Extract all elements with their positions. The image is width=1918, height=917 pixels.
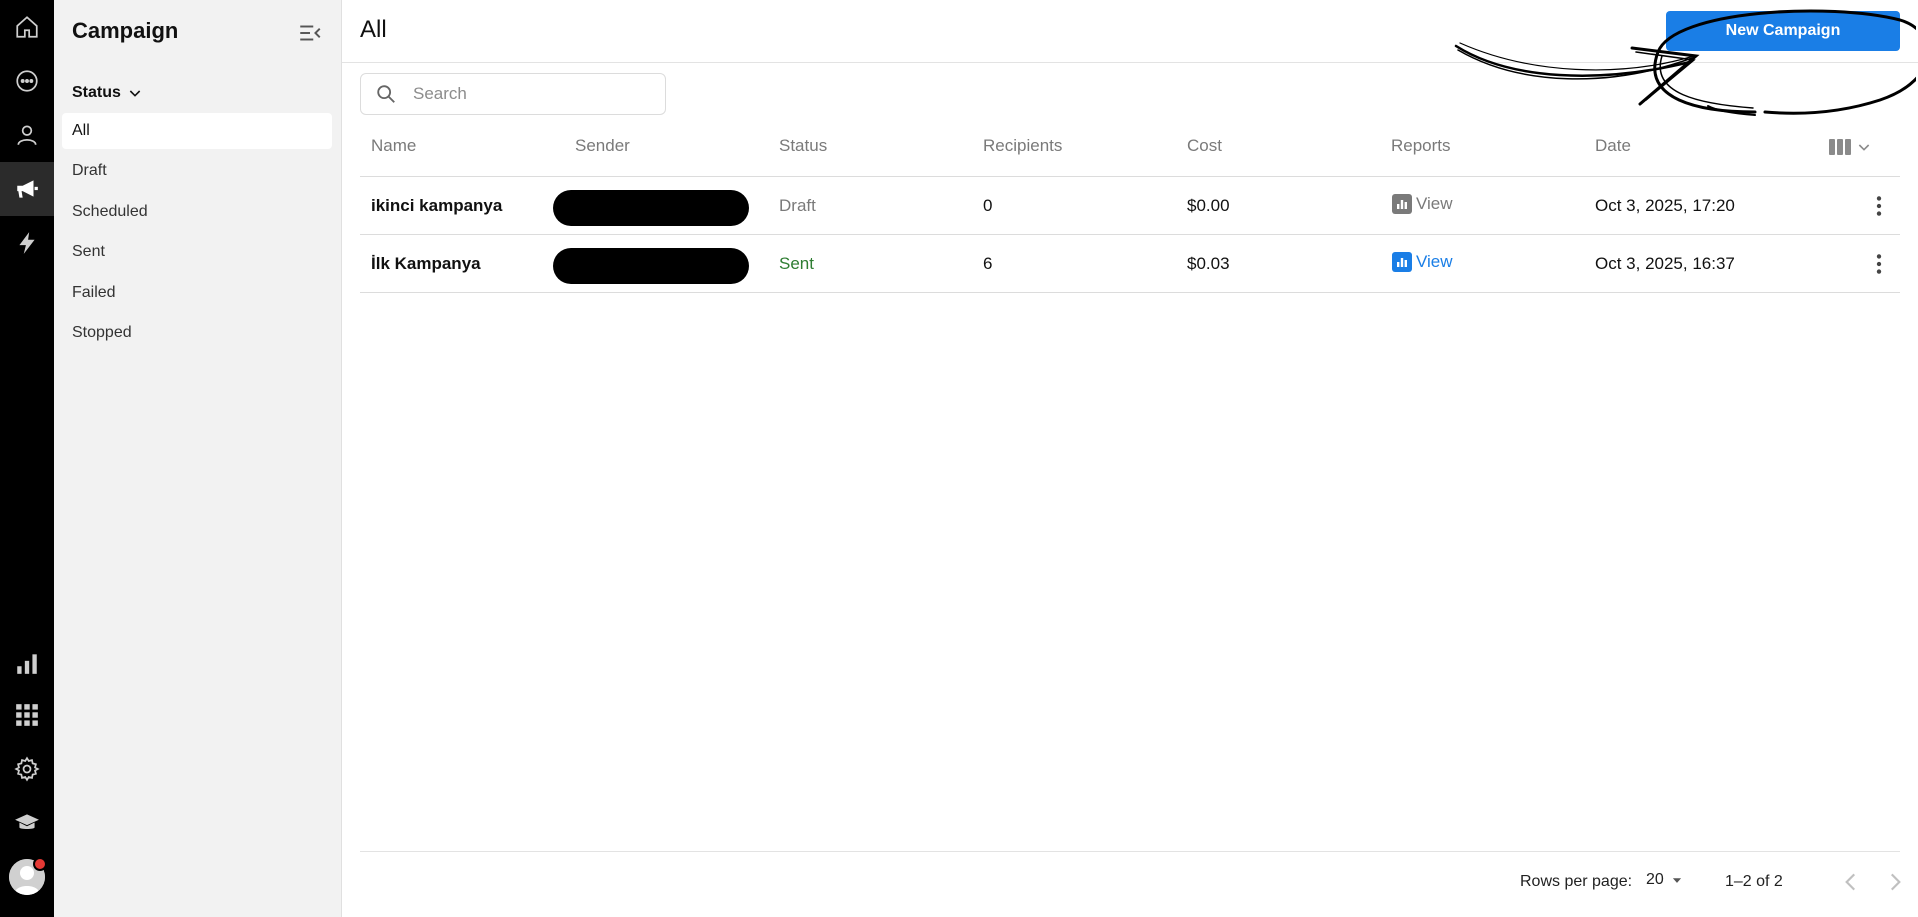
sidebar-item-all[interactable]: All	[62, 113, 332, 149]
sidebar-item-label: Draft	[72, 162, 107, 179]
icon-rail	[0, 0, 54, 917]
table-header: Name Sender Status Recipients Cost Repor…	[360, 120, 1900, 177]
view-report-link[interactable]: View	[1392, 194, 1453, 214]
search-input[interactable]	[413, 84, 653, 104]
campaign-date: Oct 3, 2025, 16:37	[1595, 254, 1735, 273]
more-options-icon[interactable]	[1866, 251, 1892, 277]
collapse-sidebar-icon[interactable]	[297, 20, 323, 46]
table-row[interactable]: İlk Kampanya Sent 6 $0.03 View Oct 3, 20…	[360, 235, 1900, 293]
status-filter-toggle[interactable]: Status	[72, 84, 143, 102]
report-chart-icon	[1392, 252, 1412, 272]
search-box[interactable]	[360, 73, 666, 115]
main-content: All New Campaign Name Sender Status Reci…	[342, 0, 1918, 917]
sidebar-item-label: Sent	[72, 243, 105, 260]
megaphone-icon[interactable]	[0, 162, 54, 216]
sidebar-item-sent[interactable]: Sent	[62, 234, 332, 270]
column-header-reports[interactable]: Reports	[1391, 136, 1451, 156]
column-header-status[interactable]: Status	[779, 136, 827, 156]
apps-grid-icon[interactable]	[0, 688, 54, 742]
more-options-icon[interactable]	[1866, 193, 1892, 219]
columns-icon	[1829, 139, 1851, 155]
campaign-name[interactable]: İlk Kampanya	[371, 254, 481, 274]
sidebar-item-scheduled[interactable]: Scheduled	[62, 194, 332, 230]
user-icon[interactable]	[0, 108, 54, 162]
chat-icon[interactable]	[0, 54, 54, 108]
search-icon	[377, 85, 395, 103]
new-campaign-button[interactable]: New Campaign	[1666, 11, 1900, 51]
view-report-link[interactable]: View	[1392, 252, 1453, 272]
column-header-sender[interactable]: Sender	[575, 136, 630, 156]
campaign-date: Oct 3, 2025, 17:20	[1595, 196, 1735, 215]
column-visibility-toggle[interactable]	[1828, 134, 1880, 160]
home-icon[interactable]	[0, 0, 54, 54]
sender-redacted	[553, 248, 749, 284]
sidebar-title: Campaign	[72, 18, 179, 43]
recipients-count: 0	[983, 196, 993, 215]
pagination-footer: Rows per page: 20 1–2 of 2	[360, 851, 1901, 915]
sidebar-item-stopped[interactable]: Stopped	[62, 315, 332, 351]
bar-chart-icon[interactable]	[0, 636, 54, 690]
column-header-cost[interactable]: Cost	[1187, 136, 1222, 156]
next-page-icon[interactable]	[1882, 869, 1908, 895]
previous-page-icon[interactable]	[1838, 869, 1864, 895]
chevron-down-icon	[1858, 144, 1870, 151]
sidebar-item-failed[interactable]: Failed	[62, 275, 332, 311]
rows-per-page-select[interactable]: 20	[1646, 871, 1684, 889]
campaign-sidebar: Campaign Status All Draft Scheduled Sent…	[54, 0, 342, 917]
sidebar-item-label: Stopped	[72, 324, 132, 341]
sidebar-item-label: All	[72, 122, 90, 139]
gear-icon[interactable]	[0, 742, 54, 796]
graduation-cap-icon[interactable]	[0, 796, 54, 850]
caret-down-icon	[1672, 878, 1681, 883]
page-title: All	[360, 16, 387, 43]
pagination-range: 1–2 of 2	[1725, 873, 1783, 890]
sidebar-item-label: Scheduled	[72, 203, 148, 220]
report-chart-icon	[1392, 194, 1412, 214]
chevron-down-icon	[129, 90, 141, 97]
top-bar: All New Campaign	[342, 0, 1918, 63]
campaign-table: Name Sender Status Recipients Cost Repor…	[360, 120, 1900, 293]
column-header-recipients[interactable]: Recipients	[983, 136, 1062, 156]
lightning-icon[interactable]	[0, 216, 54, 270]
column-header-date[interactable]: Date	[1595, 136, 1631, 156]
rows-per-page-label: Rows per page:	[1520, 873, 1633, 890]
status-badge: Sent	[779, 254, 814, 273]
status-badge: Draft	[779, 196, 816, 215]
notification-badge	[33, 857, 47, 871]
view-report-label: View	[1416, 252, 1453, 271]
rows-per-page-value: 20	[1646, 871, 1664, 888]
sender-redacted	[553, 190, 749, 226]
recipients-count: 6	[983, 254, 993, 273]
column-header-name[interactable]: Name	[371, 136, 416, 156]
status-filter-label: Status	[72, 84, 121, 101]
table-row[interactable]: ikinci kampanya Draft 0 $0.00 View Oct 3…	[360, 177, 1900, 235]
cost-value: $0.00	[1187, 196, 1230, 215]
view-report-label: View	[1416, 194, 1453, 213]
sidebar-item-draft[interactable]: Draft	[62, 153, 332, 189]
cost-value: $0.03	[1187, 254, 1230, 273]
sidebar-item-label: Failed	[72, 284, 116, 301]
campaign-name[interactable]: ikinci kampanya	[371, 196, 502, 216]
